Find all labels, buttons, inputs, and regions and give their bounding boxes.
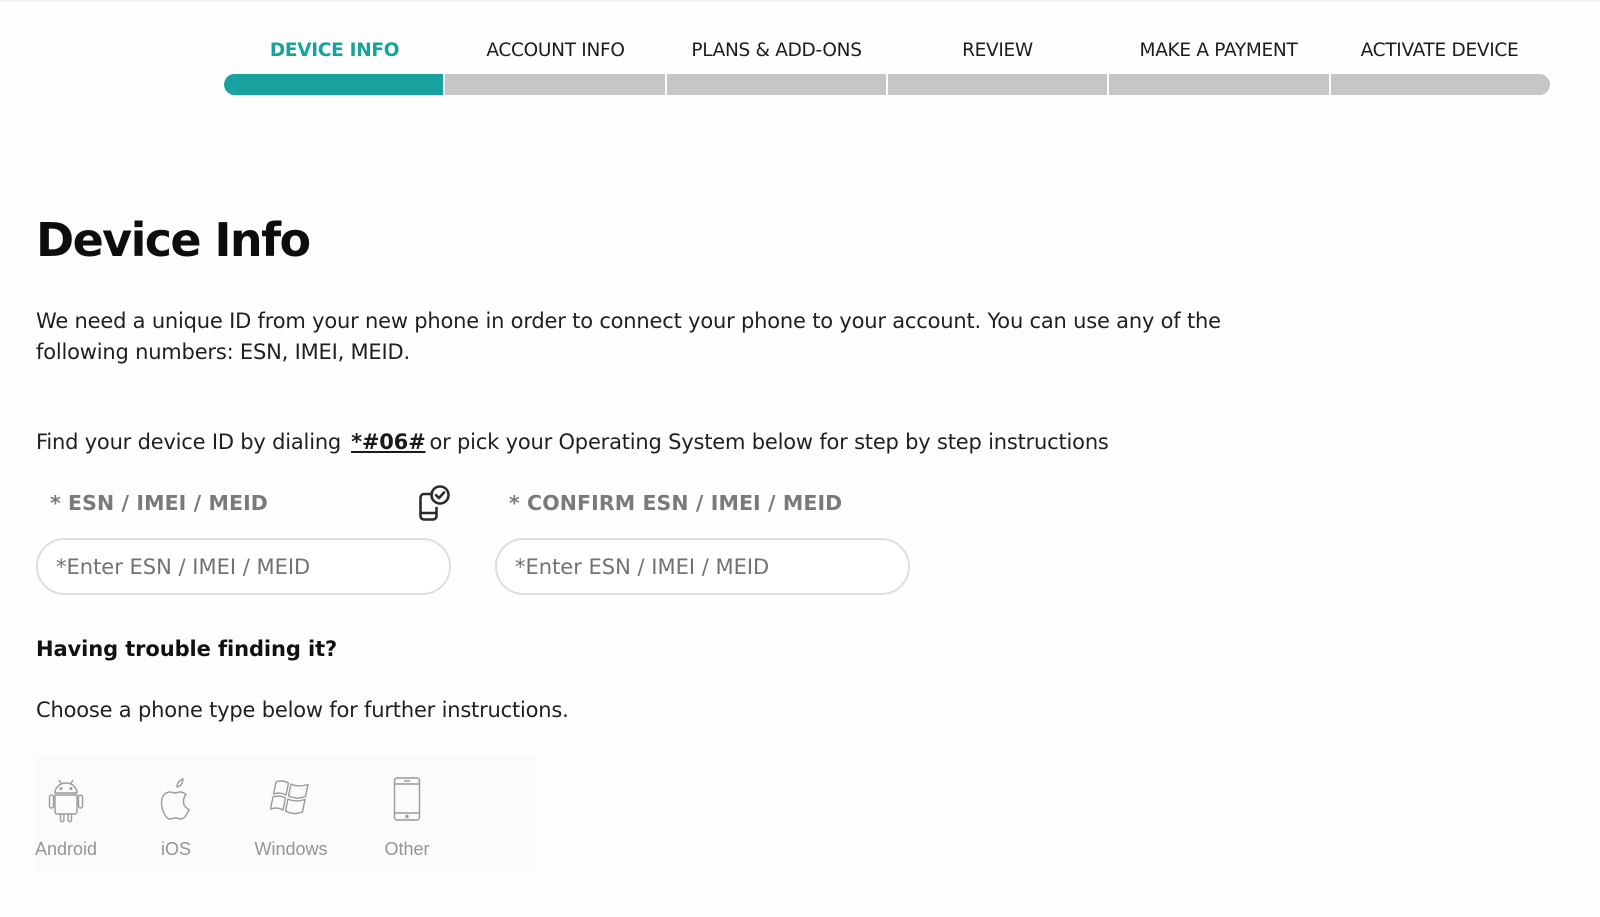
esn-label: * ESN / IMEI / MEID	[50, 491, 268, 515]
progress-segment	[224, 74, 444, 95]
step-plans-add-ons[interactable]: PLANS & ADD-ONS	[666, 36, 887, 66]
android-icon	[48, 779, 84, 823]
os-label-windows: Windows	[254, 839, 328, 859]
windows-icon	[269, 780, 309, 815]
progress-segment	[664, 74, 886, 95]
find-device-id-text: Find your device ID by dialing *#06# or pi…	[36, 427, 1109, 457]
os-label-ios: iOS	[160, 839, 191, 859]
os-option-other[interactable]: Other	[357, 775, 457, 869]
step-account-info[interactable]: ACCOUNT INFO	[445, 36, 666, 66]
phone-icon	[393, 777, 421, 821]
step-review[interactable]: REVIEW	[887, 36, 1108, 66]
os-label-other: Other	[384, 839, 430, 859]
apple-icon	[160, 778, 190, 820]
os-option-ios[interactable]: iOS	[126, 775, 226, 869]
progress-segment	[1107, 74, 1329, 95]
find-prefix: Find your device ID by dialing	[36, 430, 342, 454]
progress-stepper: DEVICE INFO ACCOUNT INFO PLANS & ADD-ONS…	[224, 36, 1550, 95]
stepper-labels: DEVICE INFO ACCOUNT INFO PLANS & ADD-ONS…	[224, 36, 1550, 66]
progress-segment	[1328, 74, 1550, 95]
stepper-progress-bar	[224, 74, 1550, 95]
esn-input[interactable]	[36, 538, 451, 595]
step-device-info[interactable]: DEVICE INFO	[224, 36, 445, 66]
step-make-a-payment[interactable]: MAKE A PAYMENT	[1108, 36, 1329, 66]
trouble-heading: Having trouble finding it?	[36, 637, 338, 661]
step-activate-device[interactable]: ACTIVATE DEVICE	[1329, 36, 1550, 66]
intro-text: We need a unique ID from your new phone …	[36, 309, 1221, 364]
progress-segment	[443, 74, 665, 95]
confirm-esn-label: * CONFIRM ESN / IMEI / MEID	[509, 491, 843, 515]
top-divider	[0, 0, 1600, 3]
dial-code-link[interactable]: *#06#	[351, 430, 426, 454]
choose-phone-type-text: Choose a phone type below for further in…	[36, 698, 569, 722]
os-option-windows[interactable]: Windows	[241, 775, 341, 869]
find-suffix: or pick your Operating System below for …	[429, 430, 1109, 454]
device-check-icon[interactable]	[416, 484, 452, 522]
os-option-android[interactable]: Android	[16, 775, 116, 869]
progress-segment	[885, 74, 1108, 95]
os-label-android: Android	[34, 839, 98, 859]
os-selector: Android iOS Windows Other	[34, 755, 536, 873]
page-title: Device Info	[36, 213, 311, 267]
confirm-esn-input[interactable]	[495, 538, 910, 595]
